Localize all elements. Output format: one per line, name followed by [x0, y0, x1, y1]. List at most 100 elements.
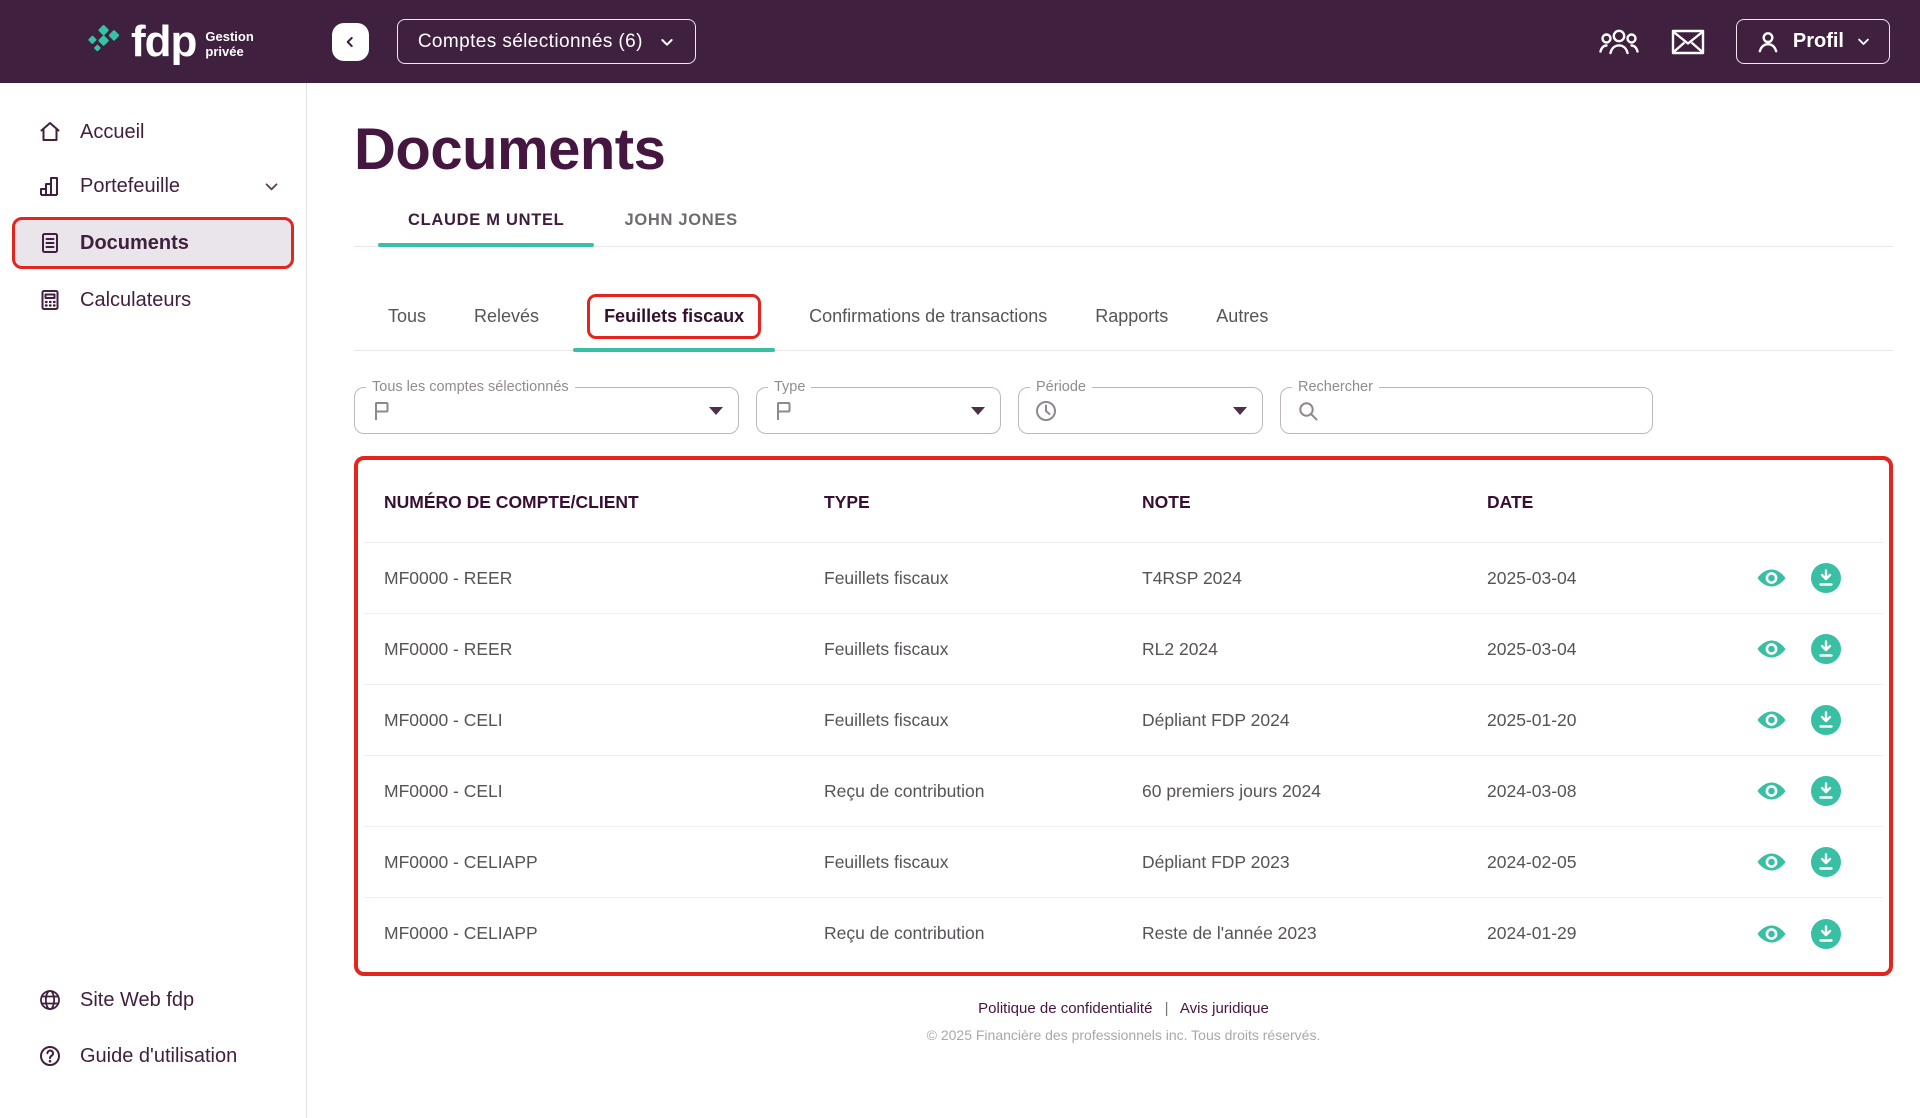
topbar: fdp Gestion privée Comptes sélectionnés …: [0, 0, 1920, 83]
page-title: Documents: [354, 116, 1920, 183]
sidebar-item-label: Documents: [80, 232, 189, 255]
tab-confirmations-de-transactions[interactable]: Confirmations de transactions: [785, 283, 1071, 350]
download-document-button[interactable]: [1811, 776, 1841, 806]
download-document-button[interactable]: [1811, 847, 1841, 877]
legal-notice-link[interactable]: Avis juridique: [1180, 1000, 1269, 1017]
filter-periode-dropdown[interactable]: Période: [1018, 387, 1263, 434]
filter-label: Période: [1030, 379, 1092, 395]
tab-releves[interactable]: Relevés: [450, 283, 563, 350]
cell-note: Dépliant FDP 2023: [1142, 852, 1487, 873]
dropdown-caret-icon: [709, 407, 723, 415]
dropdown-caret-icon: [1233, 407, 1247, 415]
sidebar-item-documents[interactable]: Documents: [12, 217, 294, 269]
cell-type: Reçu de contribution: [824, 781, 1142, 802]
cell-date: 2024-01-29: [1487, 923, 1709, 944]
download-document-button[interactable]: [1811, 919, 1841, 949]
filter-type-dropdown[interactable]: Type: [756, 387, 1001, 434]
selected-accounts-label: Comptes sélectionnés (6): [418, 31, 643, 53]
main-content: Documents CLAUDE M UNTEL JOHN JONES Tous…: [307, 83, 1920, 1118]
copyright-text: © 2025 Financière des professionnels inc…: [354, 1027, 1893, 1043]
col-header-numero-compte: NUMÉRO DE COMPTE/CLIENT: [384, 492, 824, 513]
cell-type: Feuillets fiscaux: [824, 639, 1142, 660]
annotation-red-box-tab: Feuillets fiscaux: [587, 294, 761, 339]
table-row: MF0000 - REERFeuillets fiscauxRL2 202420…: [364, 614, 1883, 685]
tab-john-jones[interactable]: JOHN JONES: [594, 211, 767, 246]
eye-icon: [1756, 708, 1787, 732]
cell-account: MF0000 - CELI: [384, 781, 824, 802]
eye-icon: [1756, 850, 1787, 874]
sidebar-item-accueil[interactable]: Accueil: [0, 105, 306, 159]
eye-icon: [1756, 922, 1787, 946]
download-document-button[interactable]: [1811, 563, 1841, 593]
link-separator: |: [1165, 1000, 1169, 1017]
messages-button[interactable]: [1670, 27, 1706, 57]
table-row: MF0000 - CELIAPPFeuillets fiscauxDéplian…: [364, 827, 1883, 898]
annotation-red-box-table: NUMÉRO DE COMPTE/CLIENT TYPE NOTE DATE M…: [354, 456, 1893, 976]
documents-table: NUMÉRO DE COMPTE/CLIENT TYPE NOTE DATE M…: [364, 463, 1883, 969]
view-document-button[interactable]: [1756, 779, 1787, 803]
flag-icon: [772, 399, 796, 423]
view-document-button[interactable]: [1756, 922, 1787, 946]
tab-feuillets-fiscaux[interactable]: Feuillets fiscaux: [563, 283, 785, 350]
download-document-button[interactable]: [1811, 634, 1841, 664]
cell-note: Dépliant FDP 2024: [1142, 710, 1487, 731]
cell-type: Reçu de contribution: [824, 923, 1142, 944]
eye-icon: [1756, 566, 1787, 590]
legal-links: Politique de confidentialité | Avis juri…: [354, 1000, 1893, 1017]
cell-note: 60 premiers jours 2024: [1142, 781, 1487, 802]
chevron-down-icon: [659, 34, 675, 50]
view-document-button[interactable]: [1756, 566, 1787, 590]
download-icon: [1811, 634, 1841, 664]
sidebar-item-portefeuille[interactable]: Portefeuille: [0, 159, 306, 213]
cell-account: MF0000 - CELIAPP: [384, 852, 824, 873]
search-input[interactable]: [1332, 401, 1637, 421]
cell-account: MF0000 - REER: [384, 568, 824, 589]
tab-rapports[interactable]: Rapports: [1071, 283, 1192, 350]
download-document-button[interactable]: [1811, 705, 1841, 735]
download-icon: [1811, 919, 1841, 949]
cell-account: MF0000 - REER: [384, 639, 824, 660]
cell-date: 2025-03-04: [1487, 639, 1709, 660]
cell-date: 2024-03-08: [1487, 781, 1709, 802]
view-document-button[interactable]: [1756, 637, 1787, 661]
mail-icon: [1670, 27, 1706, 57]
home-icon: [38, 120, 62, 144]
download-icon: [1811, 847, 1841, 877]
globe-icon: [38, 988, 62, 1012]
view-document-button[interactable]: [1756, 850, 1787, 874]
eye-icon: [1756, 637, 1787, 661]
table-row: MF0000 - CELIFeuillets fiscauxDépliant F…: [364, 685, 1883, 756]
col-header-date: DATE: [1487, 492, 1709, 513]
sidebar-collapse-button[interactable]: [332, 23, 369, 61]
calculator-icon: [38, 288, 62, 312]
view-document-button[interactable]: [1756, 708, 1787, 732]
filters-row: Tous les comptes sélectionnés Type: [354, 387, 1920, 434]
clients-button[interactable]: [1598, 25, 1640, 59]
tab-autres[interactable]: Autres: [1192, 283, 1292, 350]
user-icon: [1755, 29, 1781, 55]
people-icon: [1598, 25, 1640, 59]
cell-note: Reste de l'année 2023: [1142, 923, 1487, 944]
selected-accounts-dropdown[interactable]: Comptes sélectionnés (6): [397, 19, 696, 64]
col-header-type: TYPE: [824, 492, 1142, 513]
sidebar-item-site-web-fdp[interactable]: Site Web fdp: [0, 972, 306, 1028]
privacy-policy-link[interactable]: Politique de confidentialité: [978, 1000, 1152, 1017]
cell-type: Feuillets fiscaux: [824, 568, 1142, 589]
profil-button[interactable]: Profil: [1736, 19, 1890, 64]
tab-tous[interactable]: Tous: [364, 283, 450, 350]
sidebar-item-guide-utilisation[interactable]: Guide d'utilisation: [0, 1028, 306, 1084]
cell-note: T4RSP 2024: [1142, 568, 1487, 589]
tab-claude-m-untel[interactable]: CLAUDE M UNTEL: [378, 211, 594, 246]
cell-account: MF0000 - CELI: [384, 710, 824, 731]
filter-search-field[interactable]: Rechercher: [1280, 387, 1653, 434]
filter-comptes-dropdown[interactable]: Tous les comptes sélectionnés: [354, 387, 739, 434]
fdp-logo-text: fdp: [131, 20, 196, 64]
person-tabs: CLAUDE M UNTEL JOHN JONES: [354, 211, 1893, 247]
sidebar-item-label: Site Web fdp: [80, 989, 194, 1012]
cell-account: MF0000 - CELIAPP: [384, 923, 824, 944]
bar-chart-icon: [38, 174, 62, 198]
table-header-row: NUMÉRO DE COMPTE/CLIENT TYPE NOTE DATE: [364, 463, 1883, 543]
tab-label: Feuillets fiscaux: [604, 306, 744, 326]
download-icon: [1811, 563, 1841, 593]
sidebar-item-calculateurs[interactable]: Calculateurs: [0, 273, 306, 327]
